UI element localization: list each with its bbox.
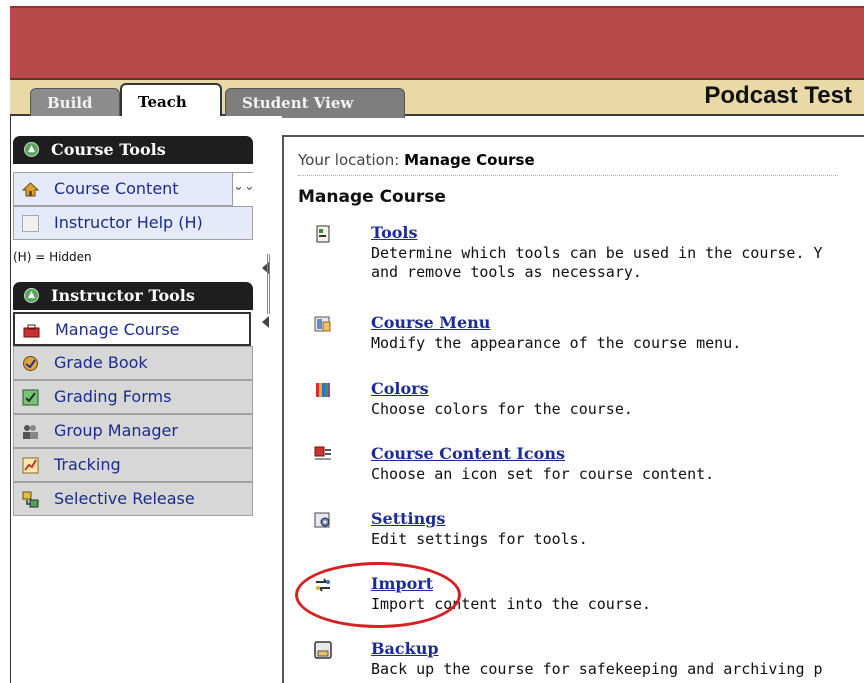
- page-title: Manage Course: [298, 187, 446, 207]
- entry-description: Choose an icon set for course content.: [371, 465, 715, 483]
- sidebar-item-tracking[interactable]: Tracking: [13, 448, 253, 482]
- chevron-down-icon[interactable]: ⌄⌄: [232, 173, 255, 207]
- blank-icon: [22, 215, 39, 232]
- tab-teach[interactable]: Teach: [120, 83, 222, 120]
- backup-icon: [314, 641, 332, 659]
- top-banner: [10, 6, 864, 78]
- entry-description: Back up the course for safekeeping and a…: [371, 660, 823, 678]
- frame-resize-handle[interactable]: [267, 254, 270, 314]
- sidebar-item-label: Tracking: [54, 455, 121, 474]
- sidebar-item-group-manager[interactable]: Group Manager: [13, 414, 253, 448]
- course-tools-title: Course Tools: [51, 140, 166, 159]
- gradebook-icon: [23, 356, 38, 371]
- collapse-icon[interactable]: ▲: [24, 142, 39, 157]
- course-menu-icon: [314, 316, 331, 332]
- tab-build[interactable]: Build: [30, 88, 120, 118]
- backup-link[interactable]: Backup: [371, 639, 439, 658]
- tab-student-view[interactable]: Student View: [225, 88, 405, 118]
- entry-description: Modify the appearance of the course menu…: [371, 334, 742, 352]
- colors-link[interactable]: Colors: [371, 379, 429, 398]
- group-icon: [23, 425, 38, 439]
- sidebar-item-label: Course Content: [54, 179, 179, 198]
- course-tools-header[interactable]: ▲ Course Tools: [13, 136, 253, 164]
- chart-icon: [22, 457, 39, 474]
- grading-forms-icon: [22, 389, 39, 406]
- course-menu-link[interactable]: Course Menu: [371, 313, 490, 332]
- content-icons-icon: [314, 446, 331, 460]
- sidebar-item-label: Manage Course: [55, 320, 180, 339]
- entry-description: Determine which tools can be used in the…: [371, 244, 823, 262]
- sidebar-item-label: Grade Book: [54, 353, 148, 372]
- instructor-tools-title: Instructor Tools: [51, 286, 195, 305]
- colors-icon: [316, 383, 330, 397]
- sidebar-item-label: Grading Forms: [54, 387, 172, 406]
- entry-description-line2: and remove tools as necessary.: [371, 263, 642, 281]
- sidebar-item-label: Selective Release: [54, 489, 195, 508]
- sidebar-item-label: Instructor Help (H): [54, 213, 203, 232]
- entry-description: Edit settings for tools.: [371, 530, 588, 548]
- settings-icon: [314, 512, 330, 528]
- sidebar-item-grading-forms[interactable]: Grading Forms: [13, 380, 253, 414]
- collapse-left-icon[interactable]: [262, 316, 269, 328]
- settings-link[interactable]: Settings: [371, 509, 445, 528]
- left-navigation-frame: ▲ Course Tools Course Content ⌄⌄ Instruc…: [10, 116, 282, 683]
- tab-bar: Build Student View Teach Podcast Test: [10, 78, 864, 120]
- collapse-icon[interactable]: ▲: [24, 288, 39, 303]
- sidebar-item-label: Group Manager: [54, 421, 178, 440]
- instructor-tools-header[interactable]: ▲ Instructor Tools: [13, 282, 253, 310]
- entry-description: Choose colors for the course.: [371, 400, 633, 418]
- house-icon: [22, 182, 39, 197]
- sidebar-item-instructor-help[interactable]: Instructor Help (H): [13, 206, 253, 240]
- location-value: Manage Course: [404, 151, 535, 169]
- divider: [298, 175, 838, 176]
- breadcrumb: Your location: Manage Course: [298, 151, 535, 169]
- course-title: Podcast Test: [704, 82, 852, 109]
- sidebar-item-manage-course[interactable]: Manage Course: [13, 312, 251, 346]
- tools-icon: [316, 225, 330, 243]
- sidebar-item-grade-book[interactable]: Grade Book: [13, 346, 253, 380]
- sidebar-item-selective-release[interactable]: Selective Release: [13, 482, 253, 516]
- location-prefix: Your location:: [298, 151, 400, 169]
- release-icon: [22, 491, 39, 508]
- hidden-note: (H) = Hidden: [13, 250, 92, 264]
- course-content-icons-link[interactable]: Course Content Icons: [371, 444, 565, 463]
- toolbox-icon: [23, 324, 40, 338]
- sidebar-item-course-content[interactable]: Course Content ⌄⌄: [13, 172, 255, 207]
- highlight-circle: [295, 562, 461, 628]
- tools-link[interactable]: Tools: [371, 223, 418, 242]
